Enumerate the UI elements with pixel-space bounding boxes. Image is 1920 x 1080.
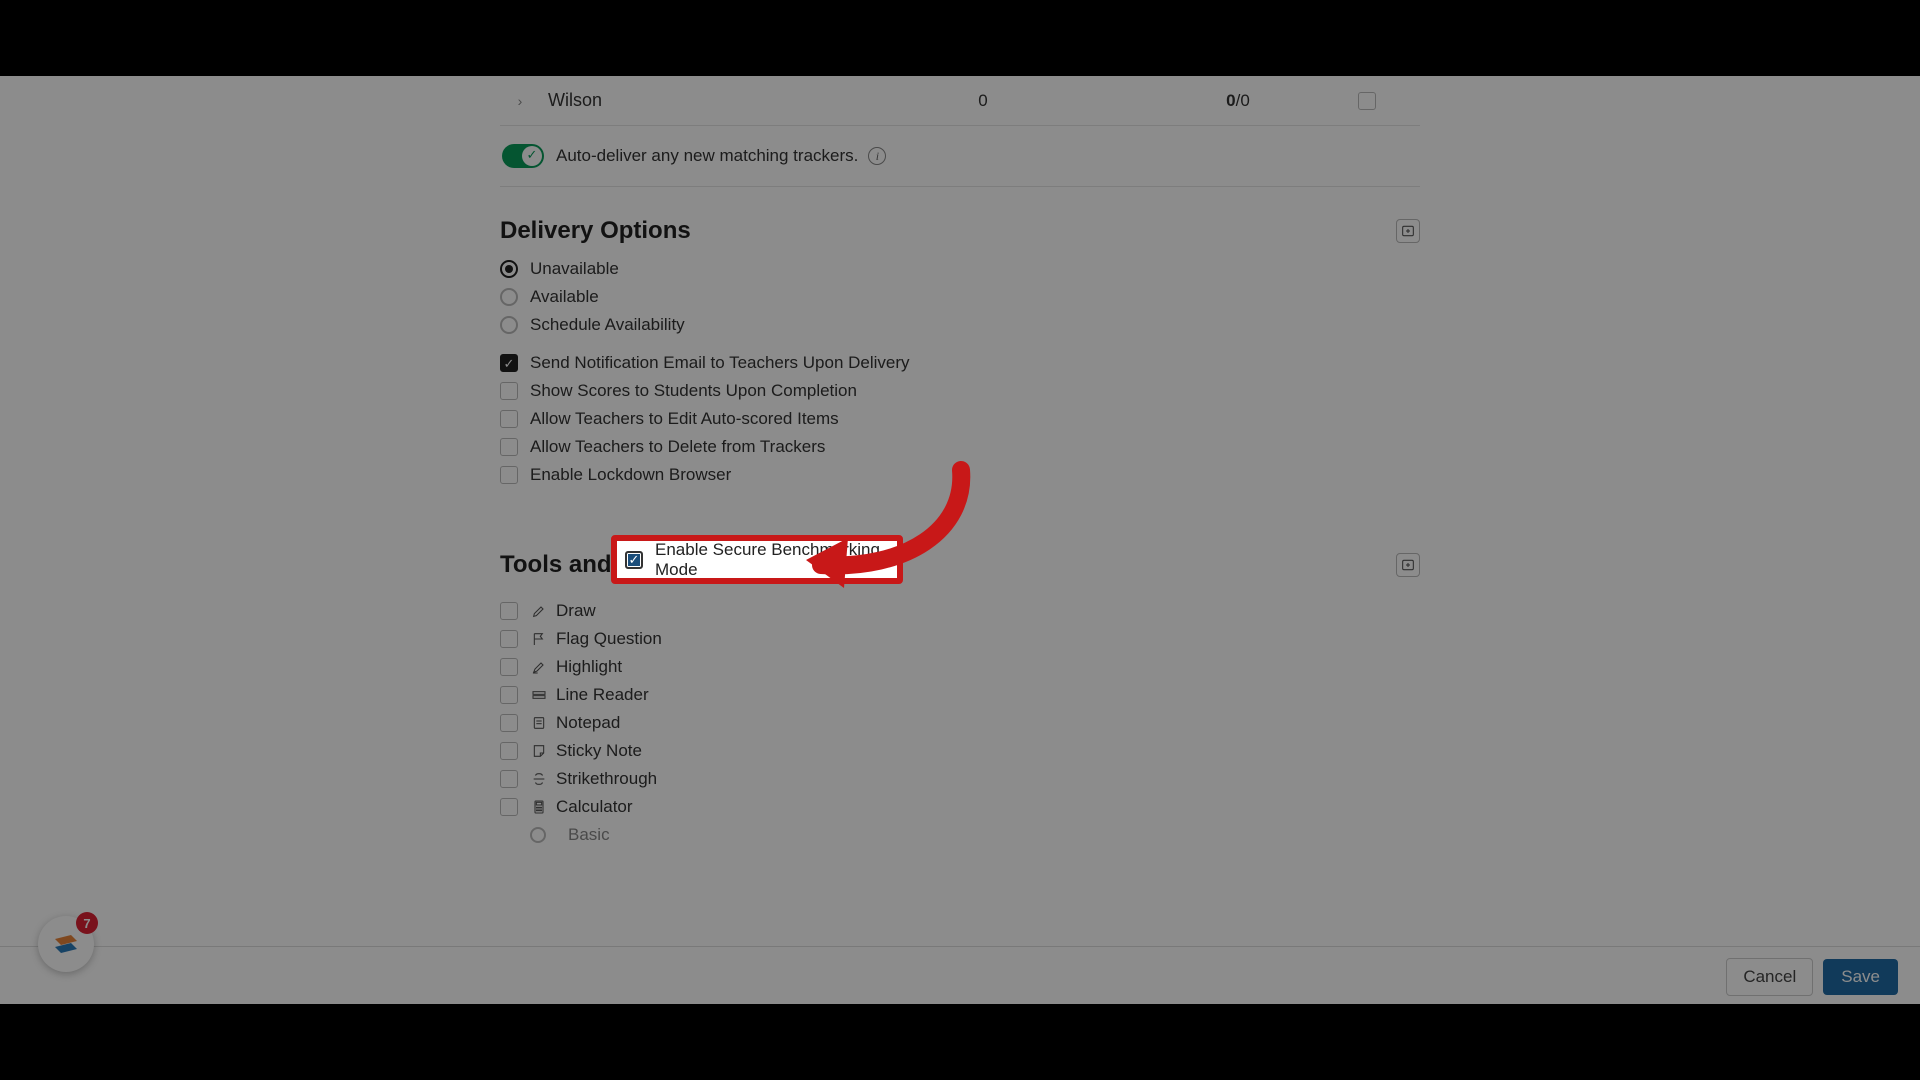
tracker-select-checkbox[interactable]: [1358, 92, 1376, 110]
check-allow-delete[interactable]: Allow Teachers to Delete from Trackers: [500, 437, 1420, 457]
strikethrough-icon: [530, 770, 548, 788]
radio-unavailable-label: Unavailable: [530, 259, 619, 279]
expand-section-icon[interactable]: [1396, 553, 1420, 577]
checkbox-off-icon: [500, 602, 518, 620]
check-lockdown-label: Enable Lockdown Browser: [530, 465, 731, 485]
radio-unavailable[interactable]: Unavailable: [500, 259, 1420, 279]
tracker-score-num: 0: [1226, 91, 1235, 110]
radio-off-icon: [500, 316, 518, 334]
auto-deliver-row: ✓ Auto-deliver any new matching trackers…: [500, 126, 1420, 187]
tracker-name: Wilson: [548, 90, 848, 111]
content-frame: › Wilson 0 0/0 ✓ Auto-deliver any new ma…: [0, 76, 1920, 1005]
checkbox-off-icon: [500, 714, 518, 732]
tool-draw-label: Draw: [556, 601, 596, 621]
tool-notepad[interactable]: Notepad: [500, 713, 1420, 733]
delivery-options-header: Delivery Options: [500, 217, 1420, 245]
radio-schedule[interactable]: Schedule Availability: [500, 315, 1420, 335]
info-icon[interactable]: i: [868, 147, 886, 165]
spacer: [500, 493, 1420, 521]
cancel-button[interactable]: Cancel: [1726, 958, 1813, 996]
help-logo-icon: [49, 927, 83, 961]
checkbox-off-icon: [500, 410, 518, 428]
checkbox-off-icon: [500, 686, 518, 704]
tool-sticky[interactable]: Sticky Note: [500, 741, 1420, 761]
chevron-right-icon[interactable]: ›: [510, 93, 530, 109]
check-show-scores[interactable]: Show Scores to Students Upon Completion: [500, 381, 1420, 401]
checkbox-off-icon: [500, 438, 518, 456]
help-widget[interactable]: 7: [38, 916, 94, 972]
tool-calculator-label: Calculator: [556, 797, 633, 817]
tool-strike[interactable]: Strikethrough: [500, 769, 1420, 789]
help-badge: 7: [76, 912, 98, 934]
tracker-score-total: /0: [1236, 91, 1250, 110]
radio-off-icon: [530, 827, 546, 843]
tool-basic-label: Basic: [568, 825, 610, 845]
radio-available-label: Available: [530, 287, 599, 307]
checkbox-off-icon: [500, 770, 518, 788]
tracker-count: 0: [848, 91, 1118, 111]
checkbox-off-icon: [500, 630, 518, 648]
tracker-row: › Wilson 0 0/0: [500, 76, 1420, 126]
tool-flag[interactable]: Flag Question: [500, 629, 1420, 649]
pencil-icon: [530, 602, 548, 620]
check-benchmarking-label: Enable Secure Benchmarking Mode: [655, 540, 889, 580]
flag-icon: [530, 630, 548, 648]
expand-section-icon[interactable]: [1396, 219, 1420, 243]
tools-list: Draw Flag Question Highlight Line Reader: [500, 601, 1420, 845]
save-button[interactable]: Save: [1823, 959, 1898, 995]
tool-sticky-label: Sticky Note: [556, 741, 642, 761]
radio-available[interactable]: Available: [500, 287, 1420, 307]
check-notify[interactable]: Send Notification Email to Teachers Upon…: [500, 353, 1420, 373]
radio-off-icon: [500, 288, 518, 306]
delivery-checks: Send Notification Email to Teachers Upon…: [500, 353, 1420, 485]
auto-deliver-toggle[interactable]: ✓: [502, 144, 544, 168]
highlight-benchmarking: Enable Secure Benchmarking Mode: [611, 535, 903, 584]
tool-strike-label: Strikethrough: [556, 769, 657, 789]
check-show-scores-label: Show Scores to Students Upon Completion: [530, 381, 857, 401]
auto-deliver-label: Auto-deliver any new matching trackers.: [556, 146, 858, 166]
checkbox-off-icon: [500, 658, 518, 676]
tool-calculator[interactable]: Calculator: [500, 797, 1420, 817]
delivery-options-title: Delivery Options: [500, 217, 691, 245]
tool-highlight[interactable]: Highlight: [500, 657, 1420, 677]
tool-highlight-label: Highlight: [556, 657, 622, 677]
tool-line-reader-label: Line Reader: [556, 685, 649, 705]
calculator-icon: [530, 798, 548, 816]
main-column: › Wilson 0 0/0 ✓ Auto-deliver any new ma…: [500, 76, 1420, 853]
tool-flag-label: Flag Question: [556, 629, 662, 649]
radio-on-icon: [500, 260, 518, 278]
sticky-note-icon: [530, 742, 548, 760]
footer-bar: Cancel Save: [0, 946, 1920, 1006]
checkbox-off-icon: [500, 798, 518, 816]
checkbox-off-icon: [500, 742, 518, 760]
line-reader-icon: [530, 686, 548, 704]
letterbox-top: [0, 0, 1920, 76]
tool-calculator-basic[interactable]: Basic: [530, 825, 1420, 845]
highlight-icon: [530, 658, 548, 676]
checkbox-on-icon[interactable]: [625, 551, 643, 569]
check-allow-edit-label: Allow Teachers to Edit Auto-scored Items: [530, 409, 839, 429]
check-allow-delete-label: Allow Teachers to Delete from Trackers: [530, 437, 825, 457]
checkbox-off-icon: [500, 382, 518, 400]
tool-line-reader[interactable]: Line Reader: [500, 685, 1420, 705]
check-icon: ✓: [525, 148, 539, 162]
tracker-score: 0/0: [1118, 91, 1358, 111]
letterbox-bottom: [0, 1004, 1920, 1080]
checkbox-on-icon: [500, 354, 518, 372]
check-lockdown[interactable]: Enable Lockdown Browser: [500, 465, 1420, 485]
radio-schedule-label: Schedule Availability: [530, 315, 685, 335]
notepad-icon: [530, 714, 548, 732]
tool-notepad-label: Notepad: [556, 713, 620, 733]
tool-draw[interactable]: Draw: [500, 601, 1420, 621]
checkbox-off-icon: [500, 466, 518, 484]
check-allow-edit[interactable]: Allow Teachers to Edit Auto-scored Items: [500, 409, 1420, 429]
check-notify-label: Send Notification Email to Teachers Upon…: [530, 353, 910, 373]
